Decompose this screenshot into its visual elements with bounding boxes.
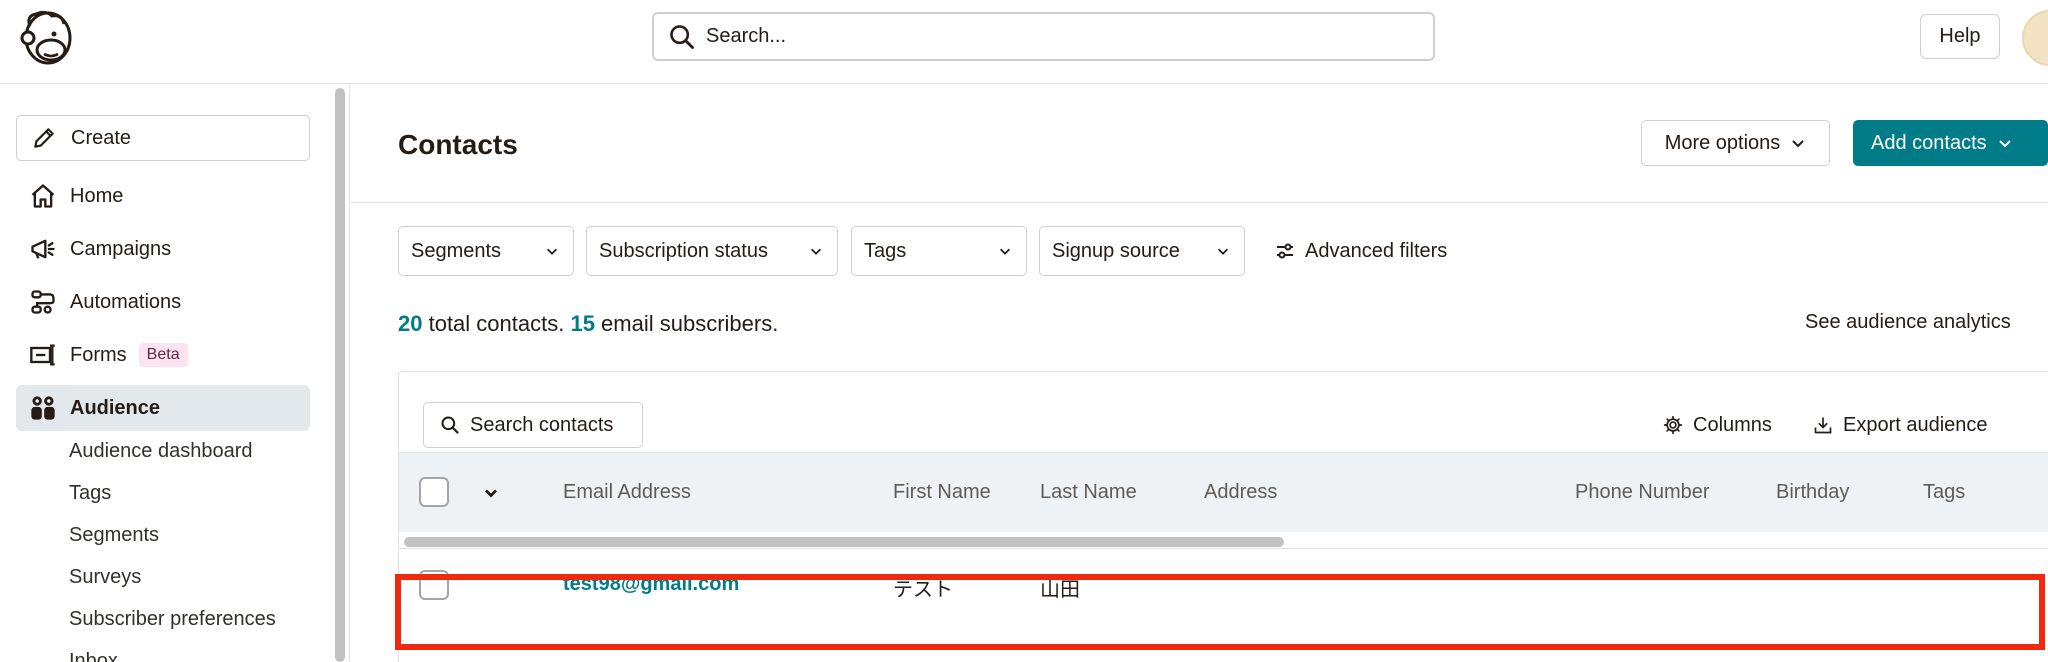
search-contacts-label: Search contacts — [470, 413, 614, 436]
search-contacts-button[interactable]: Search contacts — [423, 402, 643, 448]
sidebar-item-label: Automations — [70, 290, 182, 313]
gear-icon — [1663, 415, 1683, 435]
summary-text: total contacts. — [422, 311, 571, 336]
create-button[interactable]: Create — [16, 115, 310, 161]
sidebar-item-forms[interactable]: Forms Beta — [16, 332, 310, 378]
tags-filter[interactable]: Tags — [851, 226, 1027, 276]
column-header-birthday[interactable]: Birthday — [1776, 481, 1849, 504]
chevron-down-icon — [1000, 248, 1010, 255]
table-horizontal-scrollbar[interactable] — [404, 537, 1284, 547]
top-bar: Help — [0, 0, 2048, 84]
more-options-button[interactable]: More options — [1641, 120, 1830, 166]
column-header-first-name[interactable]: First Name — [893, 481, 991, 504]
column-header-email[interactable]: Email Address — [563, 481, 691, 504]
contacts-summary: 20 total contacts. 15 email subscribers. — [398, 311, 778, 337]
megaphone-icon — [28, 234, 58, 264]
mailchimp-logo-icon[interactable] — [18, 8, 74, 70]
chevron-down-icon — [1792, 140, 1805, 148]
total-contacts-count: 20 — [398, 311, 423, 336]
subnav-audience-dashboard[interactable]: Audience dashboard — [69, 440, 252, 463]
add-contacts-label: Add contacts — [1871, 131, 1987, 154]
search-icon — [441, 416, 459, 434]
form-icon — [28, 340, 58, 370]
chevron-down-icon[interactable] — [481, 483, 501, 503]
sidebar-item-automations[interactable]: Automations — [16, 279, 310, 325]
home-icon — [28, 181, 58, 211]
download-icon — [1814, 417, 1832, 434]
global-search[interactable] — [652, 12, 1435, 61]
sidebar-item-label: Home — [70, 184, 124, 207]
sidebar-item-label: Campaigns — [70, 237, 172, 260]
segments-filter[interactable]: Segments — [398, 226, 574, 276]
filter-label: Segments — [411, 239, 502, 262]
chevron-down-icon — [547, 248, 557, 255]
columns-button[interactable]: Columns — [1663, 402, 1772, 448]
table-header-row: Email Address First Name Last Name Addre… — [399, 452, 2048, 532]
signup-source-filter[interactable]: Signup source — [1039, 226, 1245, 276]
column-header-last-name[interactable]: Last Name — [1040, 481, 1137, 504]
advanced-filters-label: Advanced filters — [1305, 239, 1448, 262]
page-title: Contacts — [398, 129, 518, 160]
sidebar-item-label: Audience — [70, 396, 161, 419]
filter-label: Tags — [864, 239, 907, 262]
sidebar-item-label: Forms — [70, 343, 127, 366]
column-header-tags[interactable]: Tags — [1923, 481, 1965, 504]
subnav-tags[interactable]: Tags — [69, 482, 111, 505]
column-header-phone[interactable]: Phone Number — [1575, 481, 1710, 504]
subnav-surveys[interactable]: Surveys — [69, 566, 141, 589]
avatar[interactable] — [2022, 10, 2048, 66]
filter-label: Signup source — [1052, 239, 1180, 262]
export-audience-label: Export audience — [1843, 413, 1988, 436]
header-divider — [351, 202, 2048, 203]
select-all-checkbox[interactable] — [419, 477, 449, 507]
automation-icon — [28, 287, 58, 317]
chevron-down-icon — [1998, 140, 2011, 148]
row-highlight-box — [395, 574, 2045, 650]
pencil-icon — [34, 128, 54, 148]
sliders-icon — [1277, 243, 1293, 259]
advanced-filters-button[interactable]: Advanced filters — [1275, 226, 1447, 276]
email-subscribers-count: 15 — [570, 311, 595, 336]
sidebar-item-home[interactable]: Home — [16, 173, 310, 219]
sidebar-scrollbar-thumb[interactable] — [335, 88, 345, 662]
subnav-subscriber-preferences[interactable]: Subscriber preferences — [69, 608, 276, 631]
global-search-input[interactable] — [706, 25, 1406, 48]
column-header-address[interactable]: Address — [1204, 481, 1277, 504]
search-icon — [670, 24, 694, 49]
sidebar: Create Home Campaigns Automations Forms … — [0, 85, 330, 662]
columns-label: Columns — [1693, 413, 1772, 436]
audience-icon — [28, 393, 58, 423]
see-audience-analytics-link[interactable]: See audience analytics — [1805, 311, 2011, 334]
subnav-inbox[interactable]: Inbox — [69, 650, 118, 662]
filter-label: Subscription status — [599, 239, 768, 262]
more-options-label: More options — [1664, 131, 1781, 154]
add-contacts-button[interactable]: Add contacts — [1853, 120, 2048, 166]
sidebar-item-campaigns[interactable]: Campaigns — [16, 226, 310, 272]
create-label: Create — [71, 126, 132, 149]
export-audience-button[interactable]: Export audience — [1813, 402, 1988, 448]
chevron-down-icon — [811, 248, 821, 255]
summary-text: email subscribers. — [594, 311, 779, 336]
subscription-status-filter[interactable]: Subscription status — [586, 226, 838, 276]
subnav-segments[interactable]: Segments — [69, 524, 159, 547]
help-button[interactable]: Help — [1920, 14, 2000, 59]
chevron-down-icon — [1218, 248, 1228, 255]
beta-badge: Beta — [138, 343, 188, 367]
sidebar-item-audience[interactable]: Audience — [16, 385, 310, 431]
